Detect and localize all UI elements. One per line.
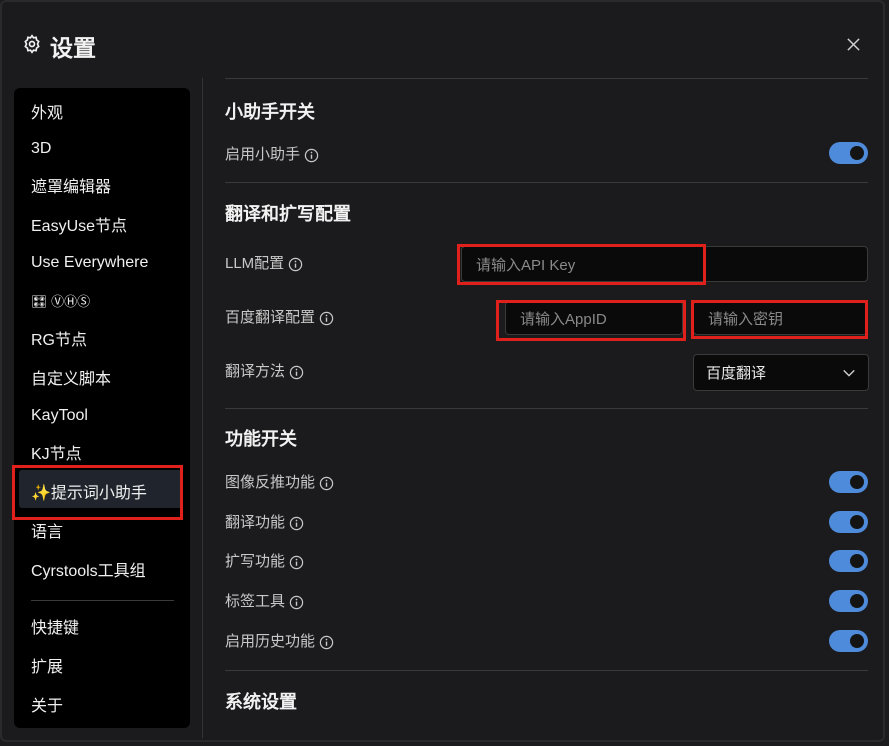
- info-icon[interactable]: [289, 365, 304, 380]
- baidu-appid-input[interactable]: 请输入AppID: [505, 301, 683, 335]
- gear-icon: [22, 33, 42, 60]
- sidebar-item-prompt-assistant[interactable]: ✨提示词小助手: [31, 482, 147, 506]
- sidebar-item-easyuse[interactable]: EasyUse节点: [31, 215, 127, 239]
- sidebar-divider: [31, 600, 174, 601]
- section-title-system: 系统设置: [225, 692, 297, 712]
- chevron-down-icon: [843, 369, 855, 377]
- setting-label-llm: LLM配置: [225, 253, 303, 275]
- setting-label-text: 启用小助手: [225, 146, 301, 163]
- settings-dialog: 设置 外观 3D 遮罩编辑器 EasyUse节点 Use Everywhere …: [0, 0, 885, 742]
- info-icon[interactable]: [319, 476, 334, 491]
- toggle-tag-tool[interactable]: [829, 590, 868, 612]
- setting-label-expand-feature: 扩写功能: [225, 551, 304, 573]
- setting-label-text: 图像反推功能: [225, 474, 316, 491]
- setting-label-enable-assistant: 启用小助手: [225, 144, 319, 166]
- baidu-secret-input[interactable]: 请输入密钥: [693, 301, 868, 335]
- info-icon[interactable]: [319, 311, 334, 326]
- baidu-appid-placeholder: 请输入AppID: [520, 310, 607, 328]
- translate-method-select[interactable]: 百度翻译: [693, 354, 869, 391]
- vertical-divider: [202, 78, 203, 738]
- setting-label-text: 扩写功能: [225, 553, 286, 570]
- setting-label-text: 翻译方法: [225, 363, 286, 380]
- sidebar-item-about[interactable]: 关于: [31, 695, 63, 719]
- toggle-expand-feature[interactable]: [829, 550, 868, 572]
- setting-label-baidu: 百度翻译配置: [225, 307, 334, 329]
- sidebar-item-appearance[interactable]: 外观: [31, 102, 63, 126]
- toggle-knob: [850, 634, 864, 648]
- setting-label-text: 启用历史功能: [225, 633, 316, 650]
- toggle-knob: [850, 146, 864, 160]
- sidebar-item-3d[interactable]: 3D: [31, 137, 51, 161]
- setting-label-text: 标签工具: [225, 593, 286, 610]
- content-top-divider: [225, 78, 868, 79]
- dialog-title-text: 设置: [50, 35, 96, 61]
- sidebar-item-keybindings[interactable]: 快捷键: [31, 617, 79, 641]
- llm-api-key-input[interactable]: 请输入API Key: [461, 246, 868, 282]
- setting-label-text: 翻译功能: [225, 514, 286, 531]
- sidebar-item-kj-nodes[interactable]: KJ节点: [31, 443, 82, 467]
- baidu-secret-placeholder: 请输入密钥: [708, 310, 784, 328]
- info-icon[interactable]: [319, 635, 334, 650]
- toggle-knob: [850, 475, 864, 489]
- dialog-title: 设置: [22, 30, 96, 62]
- info-icon[interactable]: [304, 148, 319, 163]
- info-icon[interactable]: [288, 257, 303, 272]
- section-title-features: 功能开关: [225, 429, 297, 449]
- sidebar-item-extensions[interactable]: 扩展: [31, 656, 63, 680]
- toggle-history[interactable]: [829, 630, 868, 652]
- toggle-knob: [850, 515, 864, 529]
- setting-label-text: 百度翻译配置: [225, 309, 316, 326]
- setting-label-method: 翻译方法: [225, 361, 304, 383]
- section-title-translate: 翻译和扩写配置: [225, 204, 351, 224]
- section-divider: [225, 182, 868, 183]
- settings-sidebar: 外观 3D 遮罩编辑器 EasyUse节点 Use Everywhere 🎛 Ⓥ…: [14, 88, 190, 728]
- sidebar-item-rg-nodes[interactable]: RG节点: [31, 329, 87, 353]
- setting-label-history: 启用历史功能: [225, 631, 334, 653]
- section-title-assistant: 小助手开关: [225, 102, 315, 122]
- setting-label-text: LLM配置: [225, 255, 285, 272]
- close-button[interactable]: [843, 34, 863, 54]
- sidebar-item-kaytool[interactable]: KayTool: [31, 404, 88, 428]
- sidebar-item-use-everywhere[interactable]: Use Everywhere: [31, 251, 148, 275]
- toggle-knob: [850, 554, 864, 568]
- llm-api-key-placeholder: 请输入API Key: [476, 256, 576, 274]
- setting-label-translate-feature: 翻译功能: [225, 512, 304, 534]
- toggle-knob: [850, 594, 864, 608]
- section-divider: [225, 408, 868, 409]
- setting-label-image-reverse: 图像反推功能: [225, 472, 334, 494]
- info-icon[interactable]: [289, 555, 304, 570]
- toggle-image-reverse[interactable]: [829, 471, 868, 493]
- sidebar-item-vhs[interactable]: 🎛 ⓋⒽⓈ: [31, 290, 90, 314]
- sidebar-item-mask-editor[interactable]: 遮罩编辑器: [31, 176, 111, 200]
- info-icon[interactable]: [289, 595, 304, 610]
- setting-label-tag-tool: 标签工具: [225, 591, 304, 613]
- sidebar-item-custom-scripts[interactable]: 自定义脚本: [31, 368, 111, 392]
- toggle-enable-assistant[interactable]: [829, 142, 868, 164]
- close-icon: [846, 37, 860, 51]
- sidebar-item-cyrstools[interactable]: Cyrstools工具组: [31, 560, 146, 584]
- translate-method-value: 百度翻译: [706, 365, 767, 382]
- sidebar-item-language[interactable]: 语言: [31, 521, 63, 545]
- info-icon[interactable]: [289, 516, 304, 531]
- toggle-translate-feature[interactable]: [829, 511, 868, 533]
- section-divider: [225, 670, 868, 671]
